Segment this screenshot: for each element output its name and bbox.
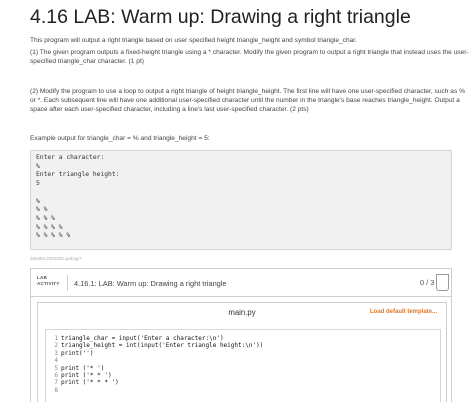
lab-title: 4.16.1: LAB: Warm up: Drawing a right tr… xyxy=(74,279,227,288)
code-line[interactable]: 1 triangle_char = input('Enter a characte… xyxy=(46,335,440,342)
example-caption: Example output for triangle_char = % and… xyxy=(30,135,210,142)
intro-text: This program will output a right triangl… xyxy=(30,37,357,44)
line-number: 8 xyxy=(54,386,58,394)
code-text: print ('* * * ') xyxy=(61,379,119,387)
page-title: 4.16 LAB: Warm up: Drawing a right trian… xyxy=(30,6,411,28)
line-number: 2 xyxy=(54,342,58,350)
code-line[interactable]: 2 triangle_height = int(input('Enter tria… xyxy=(46,342,440,349)
example-output-box: Enter a character: % Enter triangle heig… xyxy=(30,150,452,250)
line-number: 4 xyxy=(54,357,58,365)
code-line[interactable]: 8 xyxy=(46,387,440,394)
code-line[interactable]: 3 print('') xyxy=(46,350,440,357)
line-number: 7 xyxy=(54,379,58,387)
example-output-text: Enter a character: % Enter triangle heig… xyxy=(36,154,120,240)
lab-activity-tag: LAB ACTIVITY xyxy=(37,275,60,287)
lab-header-divider xyxy=(67,275,68,291)
activity-footnote: 356484.2091220.qx3zqy7 xyxy=(30,256,82,261)
code-text: print ('* * ') xyxy=(61,371,112,379)
lab-score: 0 / 3 xyxy=(420,278,435,287)
line-number: 5 xyxy=(54,364,58,372)
code-text: triangle_height = int(input('Enter trian… xyxy=(61,342,264,350)
score-badge-icon xyxy=(436,274,449,291)
lab-tag-line2: ACTIVITY xyxy=(37,281,60,286)
code-editor: main.py Load default template... 1 triang… xyxy=(37,302,447,402)
code-line[interactable]: 5 print ('* ') xyxy=(46,365,440,372)
line-number: 3 xyxy=(54,349,58,357)
code-input-area[interactable]: 1 triangle_char = input('Enter a characte… xyxy=(45,329,441,402)
code-text: print('') xyxy=(61,349,94,357)
code-line[interactable]: 7 print ('* * * ') xyxy=(46,379,440,386)
part1-text: (1) The given program outputs a fixed-he… xyxy=(30,49,469,65)
line-number: 6 xyxy=(54,371,58,379)
code-text: triangle_char = input('Enter a character… xyxy=(61,335,224,342)
load-default-template-button[interactable]: Load default template... xyxy=(370,309,437,315)
editor-header: main.py Load default template... xyxy=(38,303,446,320)
lab-activity-panel: LAB ACTIVITY 4.16.1: LAB: Warm up: Drawi… xyxy=(30,268,452,402)
code-line[interactable]: 6 print ('* * ') xyxy=(46,372,440,379)
lab-header: LAB ACTIVITY 4.16.1: LAB: Warm up: Drawi… xyxy=(31,269,451,297)
part2-text: (2) Modify the program to use a loop to … xyxy=(30,88,465,113)
code-line[interactable]: 4 xyxy=(46,357,440,364)
code-lines: 1 triangle_char = input('Enter a characte… xyxy=(46,330,440,394)
code-text: print ('* ') xyxy=(61,364,105,372)
line-number: 1 xyxy=(54,335,58,342)
